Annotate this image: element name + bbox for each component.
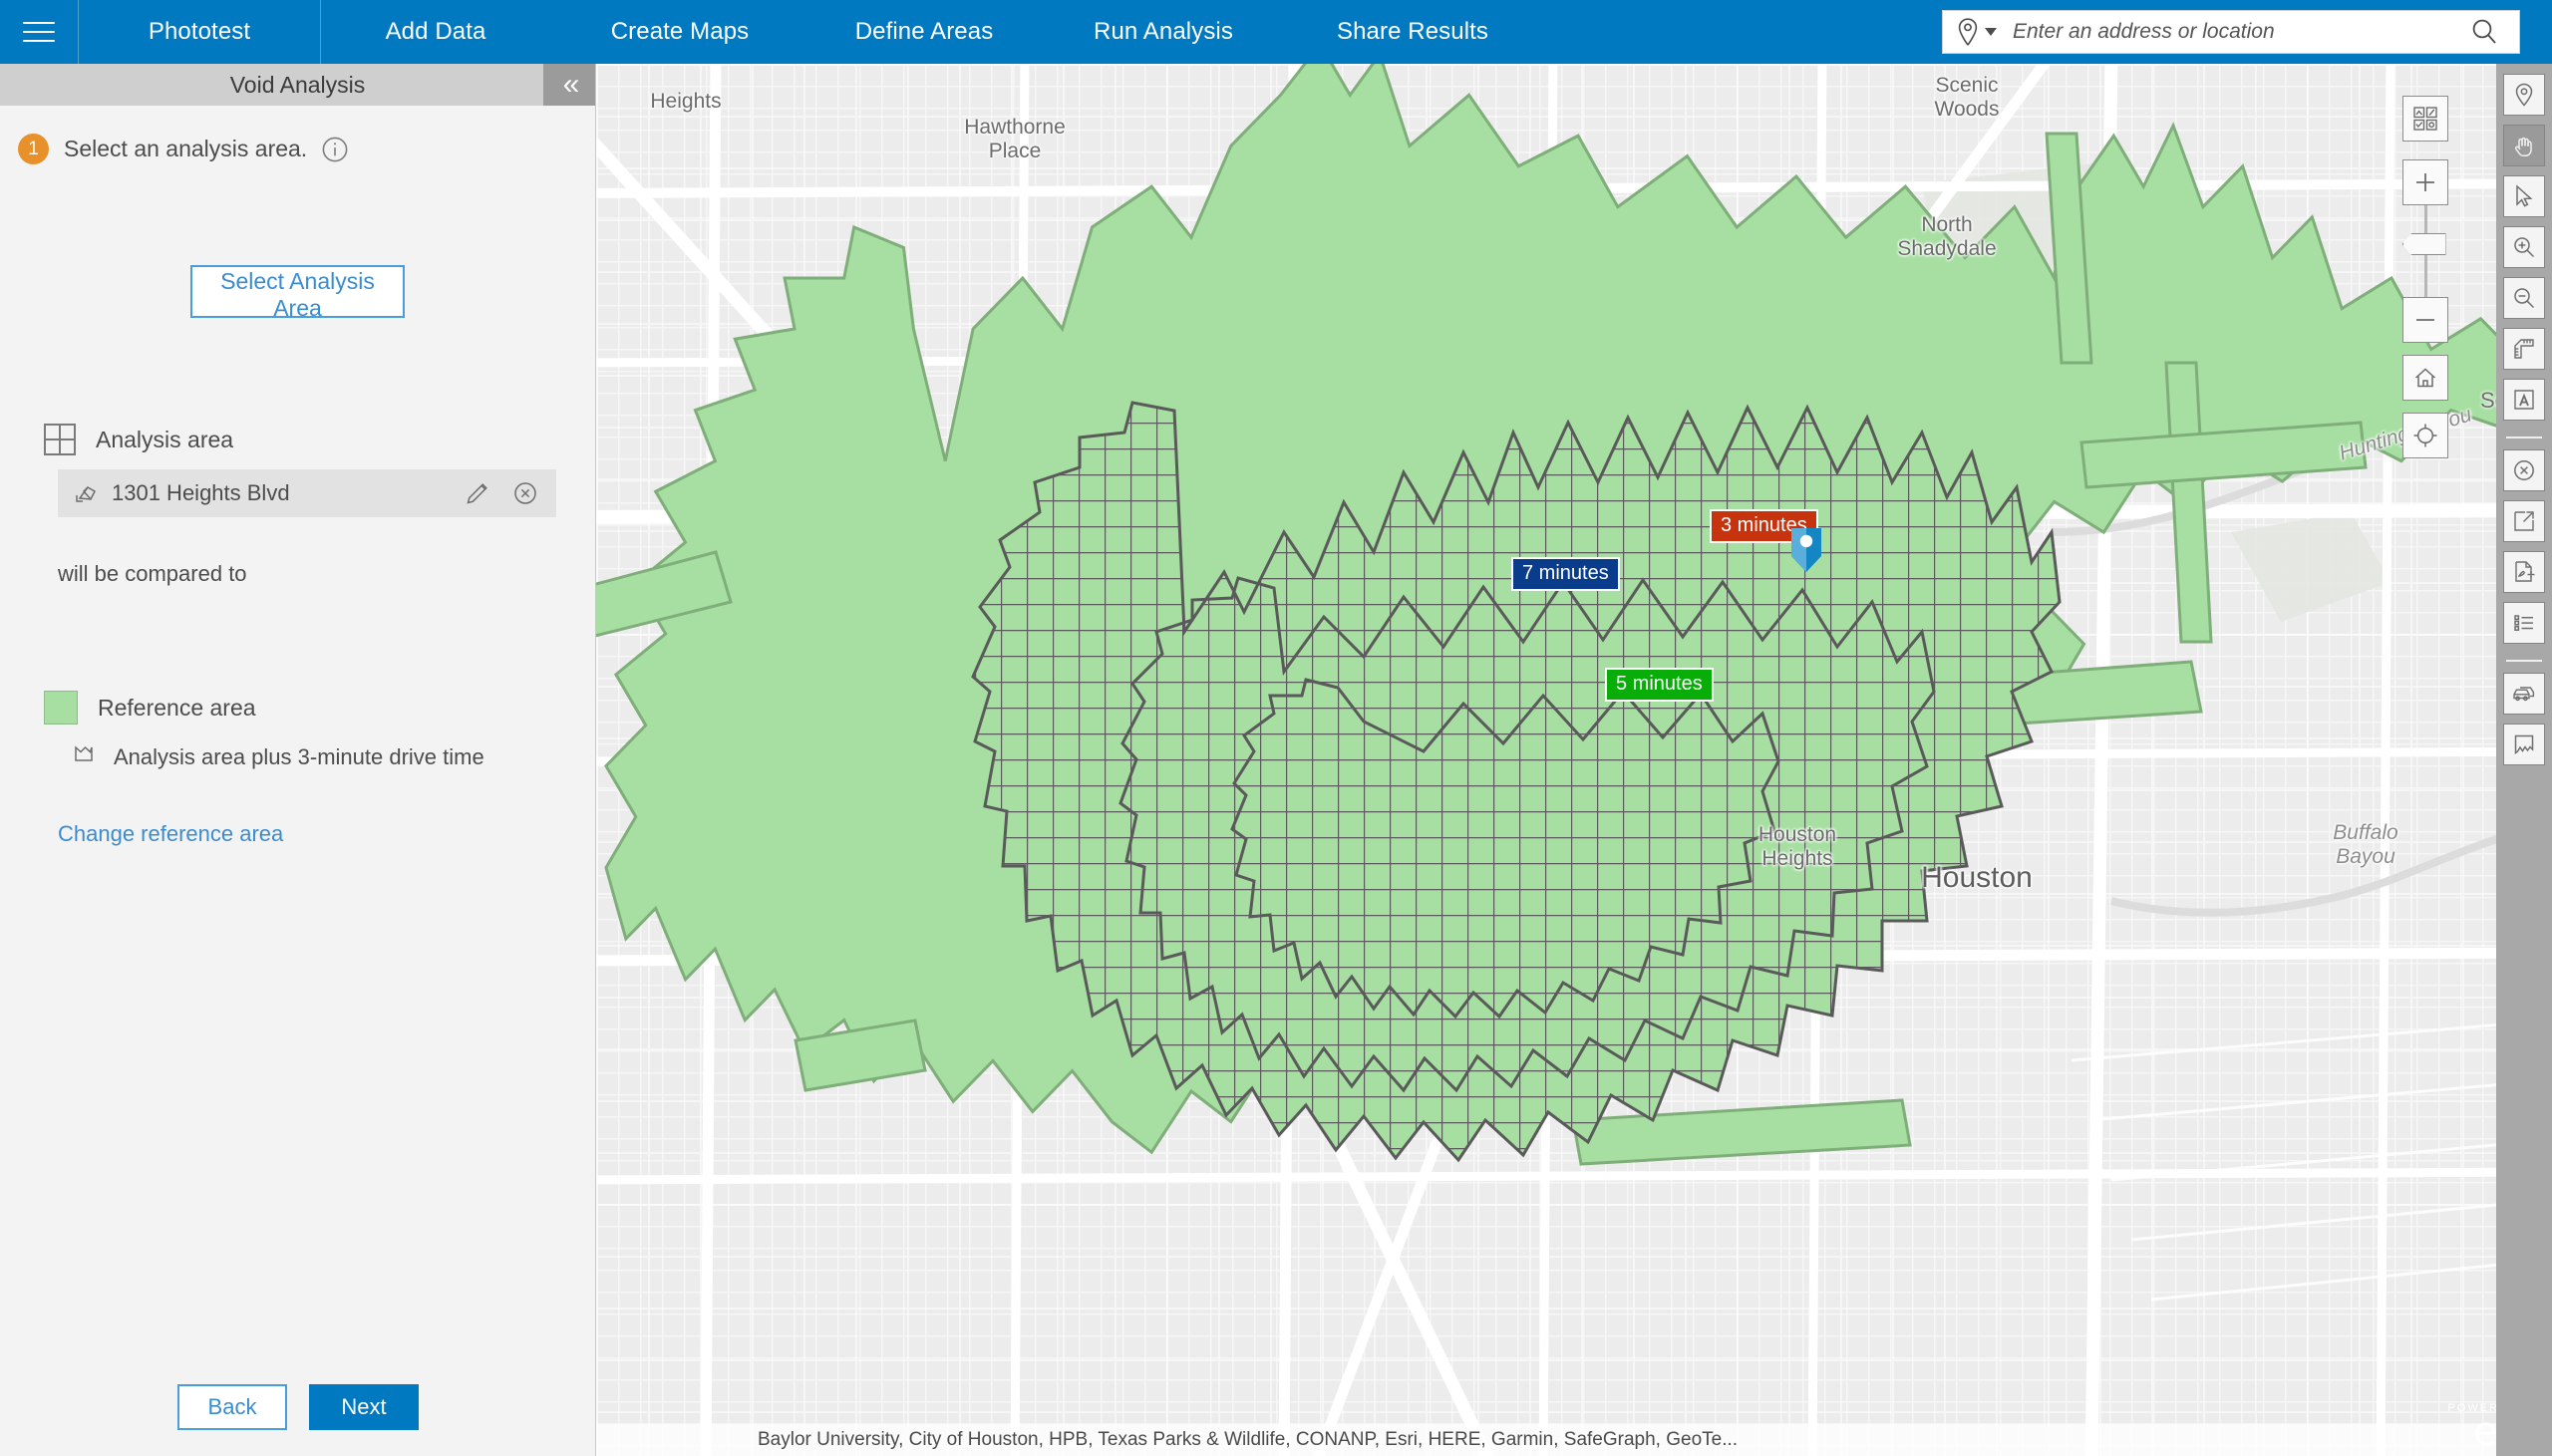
analysis-area-chip[interactable]: 1301 Heights Blvd (58, 469, 556, 517)
analysis-area-section: Analysis area 1301 Heights Blvd will be … (0, 424, 595, 587)
label-tool[interactable] (2503, 379, 2545, 421)
basemap-vector (596, 64, 2552, 1456)
step-instruction-row: 1 Select an analysis area. (0, 106, 595, 164)
location-pin-icon[interactable] (1957, 18, 1979, 46)
menu-button[interactable] (0, 0, 78, 64)
hamburger-icon (23, 15, 55, 49)
select-tool[interactable] (2503, 175, 2545, 217)
analysis-area-value: 1301 Heights Blvd (112, 480, 290, 505)
tab-share-results[interactable]: Share Results (1288, 0, 1537, 64)
collapse-panel-button[interactable]: « (543, 64, 595, 106)
basemap-gallery-button[interactable] (2402, 96, 2448, 142)
sidebar-footer: Back Next (0, 1384, 596, 1430)
step-instruction-text: Select an analysis area. (64, 136, 308, 161)
measure-tool[interactable] (2503, 328, 2545, 370)
reference-area-heading: Reference area (44, 691, 595, 725)
map-canvas[interactable]: Heights Hawthorne Place Scenic Woods North… (596, 64, 2552, 1456)
drive-time-tool[interactable] (2503, 673, 2545, 715)
tab-add-data[interactable]: Add Data (321, 0, 550, 64)
info-circle-icon[interactable] (321, 136, 349, 163)
grid-square-icon (44, 424, 76, 455)
map-navigation-controls (2401, 96, 2448, 458)
export-tool[interactable] (2503, 500, 2545, 542)
reference-area-detail-text: Analysis area plus 3-minute drive time (114, 743, 484, 769)
chevron-down-icon[interactable] (1985, 28, 1997, 36)
clear-tool[interactable] (2503, 449, 2545, 491)
zoom-out-button[interactable] (2402, 297, 2448, 343)
pencil-icon[interactable] (465, 480, 490, 506)
tab-create-maps[interactable]: Create Maps (550, 0, 809, 64)
next-button[interactable]: Next (309, 1384, 419, 1430)
left-sidebar-panel: Void Analysis « 1 Select an analysis are… (0, 64, 596, 1456)
analysis-area-label: Analysis area (96, 426, 234, 452)
legend-tool[interactable] (2503, 602, 2545, 644)
polygon-area-icon (74, 481, 98, 505)
zoom-in-tool[interactable] (2503, 226, 2545, 268)
reference-area-detail-row: Analysis area plus 3-minute drive time (72, 742, 595, 771)
draw-polygon-tool[interactable] (2503, 724, 2545, 765)
reference-area-label: Reference area (98, 694, 256, 721)
search-input[interactable] (2011, 19, 2469, 45)
page-title: Void Analysis (229, 71, 366, 98)
search-icon[interactable] (2469, 17, 2499, 47)
map-attribution: Baylor University, City of Houston, HPB,… (596, 1424, 2552, 1456)
home-extent-button[interactable] (2402, 355, 2448, 401)
panel-header: Void Analysis « (0, 64, 595, 106)
back-button[interactable]: Back (177, 1384, 287, 1430)
app-root: Phototest Add Data Create Maps Define Ar… (0, 0, 2552, 1456)
map-tool-strip (2496, 64, 2552, 1456)
reference-area-swatch (44, 691, 78, 725)
drive-time-polygon-icon (72, 742, 96, 771)
analysis-area-heading: Analysis area (44, 424, 595, 455)
zoom-in-button[interactable] (2402, 159, 2448, 205)
slider-handle-icon[interactable] (2401, 233, 2446, 255)
tool-separator (2506, 437, 2542, 438)
select-analysis-area-button[interactable]: Select Analysis Area (190, 265, 405, 321)
reference-area-section: Reference area Analysis area plus 3-minu… (0, 691, 595, 847)
tool-separator (2506, 660, 2542, 662)
locate-button[interactable] (2402, 413, 2448, 458)
compared-to-text: will be compared to (58, 561, 247, 586)
remove-circle-icon[interactable] (512, 480, 538, 506)
add-pdf-tool[interactable] (2503, 551, 2545, 593)
zoom-slider[interactable] (2401, 205, 2446, 297)
top-navigation-bar: Phototest Add Data Create Maps Define Ar… (0, 0, 2552, 64)
tab-define-areas[interactable]: Define Areas (809, 0, 1039, 64)
step-number-badge: 1 (18, 134, 49, 164)
zoom-out-tool[interactable] (2503, 277, 2545, 319)
pan-tool[interactable] (2503, 125, 2545, 166)
tab-run-analysis[interactable]: Run Analysis (1039, 0, 1288, 64)
tab-phototest[interactable]: Phototest (78, 0, 321, 64)
add-point-tool[interactable] (2503, 74, 2545, 116)
location-search-box (1942, 10, 2520, 54)
change-reference-area-link[interactable]: Change reference area (58, 821, 283, 847)
nav-tab-list: Phototest Add Data Create Maps Define Ar… (78, 0, 1537, 64)
